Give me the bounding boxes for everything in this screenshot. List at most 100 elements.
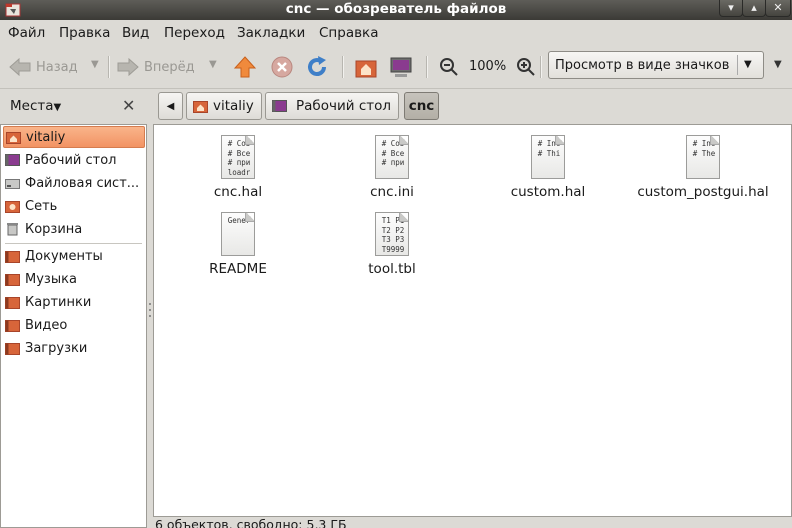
- sidebar-item-label: Картинки: [25, 294, 92, 310]
- stop-button[interactable]: [270, 55, 294, 79]
- breadcrumb-back-button[interactable]: ◀: [158, 92, 183, 120]
- breadcrumb-label: Рабочий стол: [296, 98, 391, 114]
- file-item[interactable]: # Inc # Thi custom.hal: [473, 135, 623, 200]
- menu-bookmarks[interactable]: Закладки: [237, 25, 305, 41]
- chevron-left-icon: ◀: [166, 100, 175, 112]
- pane-resize-handle[interactable]: [148, 300, 152, 320]
- folder-icon: [5, 249, 20, 263]
- file-name: README: [209, 261, 267, 277]
- menu-view[interactable]: Вид: [122, 25, 149, 41]
- file-preview: # Соз # Все # при: [381, 139, 405, 167]
- sidebar-item-label: Рабочий стол: [25, 152, 117, 168]
- sidebar-divider: [5, 243, 142, 244]
- view-mode-select[interactable]: Просмотр в виде значков ▼: [548, 51, 764, 79]
- sidebar-item-network[interactable]: Сеть: [3, 195, 145, 217]
- text-file-icon: # Inc # Thi: [531, 135, 565, 179]
- text-file-icon: # Соз # Все # при: [375, 135, 409, 179]
- forward-arrow-icon: [117, 57, 139, 77]
- sidebar-item-label: Сеть: [25, 198, 58, 214]
- computer-icon: [390, 57, 412, 77]
- back-arrow-icon: [9, 57, 31, 77]
- file-view: # Соз # Все # при loadr cnc.hal # Соз # …: [153, 124, 792, 517]
- file-item[interactable]: Gener README: [163, 212, 313, 277]
- toolbar-overflow-arrow[interactable]: ▼: [774, 59, 782, 70]
- menu-edit[interactable]: Правка: [59, 25, 110, 41]
- breadcrumb-desktop[interactable]: Рабочий стол: [265, 92, 399, 120]
- file-item[interactable]: T1 P1 T2 P2 T3 P3 T9999 tool.tbl: [317, 212, 467, 277]
- drive-icon: [5, 176, 20, 190]
- back-label: Назад: [36, 59, 78, 75]
- breadcrumb: ◀ vitaliy Рабочий стол cnc: [155, 88, 792, 124]
- file-name: tool.tbl: [368, 261, 416, 277]
- close-window-button[interactable]: ✕: [765, 0, 791, 17]
- breadcrumb-vitaliy[interactable]: vitaliy: [186, 92, 262, 120]
- sidebar-item-desktop[interactable]: Рабочий стол: [3, 149, 145, 171]
- file-name: custom.hal: [510, 184, 586, 200]
- folder-icon: [5, 318, 20, 332]
- zoom-in-button[interactable]: [516, 57, 536, 77]
- minimize-button[interactable]: ▾: [719, 0, 743, 17]
- file-item[interactable]: # Inc # The custom_postgui.hal: [628, 135, 778, 200]
- sidebar-item-label: Файловая сист...: [25, 175, 140, 191]
- trash-icon: [5, 222, 20, 236]
- back-history-dropdown[interactable]: ▼: [91, 59, 99, 70]
- status-text: 6 объектов, свободно: 5,3 ГБ: [155, 517, 347, 528]
- menu-file[interactable]: Файл: [8, 25, 45, 41]
- file-item[interactable]: # Соз # Все # при loadr cnc.hal: [163, 135, 313, 200]
- sidebar-item-pictures[interactable]: Картинки: [3, 291, 145, 313]
- sidebar-item-filesystem[interactable]: Файловая сист...: [3, 172, 145, 194]
- forward-history-dropdown[interactable]: ▼: [209, 59, 217, 70]
- sidebar-item-documents[interactable]: Документы: [3, 245, 145, 267]
- sidebar-item-label: Видео: [25, 317, 68, 333]
- sidebar-title: Места: [10, 98, 54, 114]
- close-sidebar-button[interactable]: ✕: [122, 96, 135, 115]
- reload-button[interactable]: [305, 55, 329, 79]
- back-button[interactable]: Назад: [8, 56, 78, 78]
- sidebar-item-vitaliy[interactable]: vitaliy: [3, 126, 145, 148]
- stop-icon: [271, 56, 293, 78]
- home-icon: [355, 60, 377, 78]
- forward-button[interactable]: Вперёд: [116, 56, 195, 78]
- file-item[interactable]: # Соз # Все # при cnc.ini: [317, 135, 467, 200]
- zoom-out-button[interactable]: [439, 57, 459, 77]
- breadcrumb-label: vitaliy: [213, 98, 254, 114]
- breadcrumb-label: cnc: [408, 98, 435, 114]
- file-preview: # Inc # Thi: [537, 139, 561, 158]
- folder-icon: [5, 272, 20, 286]
- sidebar: vitaliy Рабочий стол Файловая сист... Се…: [0, 124, 147, 528]
- zoom-level: 100%: [469, 59, 507, 74]
- places-dropdown[interactable]: Места▼: [10, 98, 61, 114]
- desktop-icon: [272, 100, 287, 112]
- sidebar-item-trash[interactable]: Корзина: [3, 218, 145, 240]
- window-title: cnc — обозреватель файлов: [285, 1, 507, 17]
- title-bar: cnc — обозреватель файлов ▾ ▴ ✕: [0, 0, 792, 20]
- maximize-icon: ▴: [751, 1, 757, 14]
- home-button[interactable]: [354, 55, 378, 79]
- file-name: custom_postgui.hal: [637, 184, 769, 200]
- text-file-icon: Gener: [221, 212, 255, 256]
- chevron-down-icon: ▼: [744, 59, 752, 70]
- menu-go[interactable]: Переход: [164, 25, 225, 41]
- network-icon: [5, 199, 20, 213]
- file-name: cnc.ini: [370, 184, 414, 200]
- home-folder-icon: [193, 101, 208, 113]
- file-preview: # Соз # Все # при loadr: [227, 139, 251, 177]
- sidebar-header: Места▼ ✕: [0, 88, 150, 124]
- breadcrumb-cnc[interactable]: cnc: [404, 92, 439, 120]
- desktop-icon: [5, 153, 20, 167]
- sidebar-item-label: Документы: [25, 248, 103, 264]
- reload-icon: [308, 56, 327, 77]
- view-mode-value: Просмотр в виде значков: [555, 58, 730, 73]
- sidebar-item-label: vitaliy: [26, 129, 66, 145]
- sidebar-item-music[interactable]: Музыка: [3, 268, 145, 290]
- computer-button[interactable]: [389, 55, 413, 79]
- folder-icon: [5, 341, 20, 355]
- sidebar-item-videos[interactable]: Видео: [3, 314, 145, 336]
- up-button[interactable]: [233, 55, 257, 79]
- menu-bar: Файл Правка Вид Переход Закладки Справка: [0, 20, 792, 46]
- file-preview: T1 P1 T2 P2 T3 P3 T9999: [381, 216, 405, 254]
- sidebar-item-label: Загрузки: [25, 340, 88, 356]
- menu-help[interactable]: Справка: [319, 25, 378, 41]
- sidebar-item-downloads[interactable]: Загрузки: [3, 337, 145, 359]
- maximize-button[interactable]: ▴: [742, 0, 766, 17]
